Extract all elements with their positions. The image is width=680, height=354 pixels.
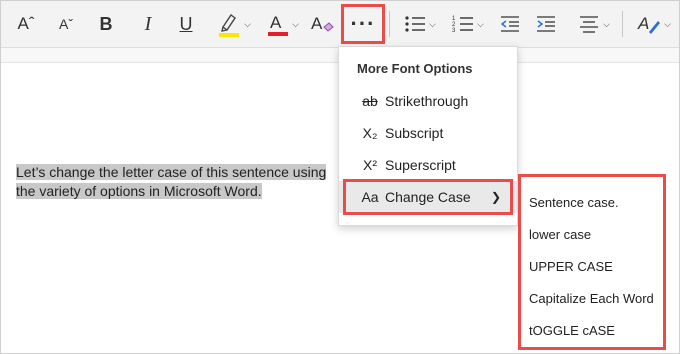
toolbar-divider <box>389 11 390 37</box>
clear-formatting-icon: A <box>311 14 334 33</box>
increase-indent-button[interactable] <box>533 9 559 39</box>
toggle-case-option[interactable]: tOGGLE cASE <box>529 323 615 338</box>
chevron-down-icon[interactable]: ⌵ <box>292 19 299 30</box>
numbered-list-icon: 1 2 3 <box>452 16 474 34</box>
align-center-icon <box>580 16 599 33</box>
increase-indent-icon <box>537 16 555 32</box>
toolbar-divider <box>622 11 623 37</box>
svg-text:A: A <box>270 13 282 32</box>
highlight-color-button[interactable]: ⌵ <box>213 9 255 39</box>
selected-text-line-1[interactable]: Let’s change the letter case of this sen… <box>16 164 327 180</box>
subscript-icon: X₂ <box>362 125 378 141</box>
strikethrough-icon: ab <box>362 93 378 109</box>
bold-icon: B <box>99 14 113 34</box>
italic-button[interactable]: I <box>135 9 161 39</box>
change-case-submenu: Sentence case. lower case UPPER CASE Cap… <box>518 174 666 350</box>
underline-icon: U <box>179 14 193 34</box>
capitalize-each-word-option[interactable]: Capitalize Each Word <box>529 291 654 306</box>
bullets-button[interactable]: ⌵ <box>401 9 439 39</box>
chevron-down-icon[interactable]: ⌵ <box>603 19 610 30</box>
selected-text-line-2[interactable]: the variety of options in Microsoft Word… <box>16 183 262 199</box>
strikethrough-menu-item[interactable]: ab Strikethrough <box>339 85 517 117</box>
superscript-icon: X² <box>363 157 377 173</box>
svg-text:3: 3 <box>452 28 456 34</box>
styles-button[interactable]: A ⌵ <box>631 9 677 39</box>
align-button[interactable]: ⌵ <box>575 9 613 39</box>
grow-font-button[interactable]: Aˆ <box>13 9 39 39</box>
menu-item-label: Subscript <box>385 125 444 141</box>
shrink-font-icon: Aˇ <box>59 16 73 32</box>
menu-item-label: Strikethrough <box>385 93 469 109</box>
grow-font-icon: Aˆ <box>17 14 35 33</box>
document-body[interactable]: Let’s change the letter case of this sen… <box>16 163 327 201</box>
word-window: Aˆ Aˇ B I U ⌵ A ⌵ A ··· ⌵ 1 2 3 ⌵ ⌵ A ⌵ … <box>0 0 680 354</box>
bold-button[interactable]: B <box>93 9 119 39</box>
chevron-down-icon[interactable]: ⌵ <box>477 19 484 30</box>
shrink-font-button[interactable]: Aˇ <box>53 9 79 39</box>
decrease-indent-button[interactable] <box>497 9 523 39</box>
numbering-button[interactable]: 1 2 3 ⌵ <box>449 9 487 39</box>
sentence-case-option[interactable]: Sentence case. <box>529 195 619 210</box>
chevron-down-icon[interactable]: ⌵ <box>429 19 436 30</box>
underline-button[interactable]: U <box>173 9 199 39</box>
subscript-menu-item[interactable]: X₂ Subscript <box>339 117 517 149</box>
uppercase-option[interactable]: UPPER CASE <box>529 259 613 274</box>
italic-icon: I <box>144 13 152 35</box>
change-case-highlight <box>343 179 513 215</box>
bullet-list-icon <box>405 16 426 32</box>
font-toolbar: Aˆ Aˇ B I U ⌵ A ⌵ A ··· ⌵ 1 2 3 ⌵ ⌵ A ⌵ <box>1 1 679 48</box>
font-color-icon: A <box>268 13 289 36</box>
lowercase-option[interactable]: lower case <box>529 227 591 242</box>
more-font-options-menu: More Font Options ab Strikethrough X₂ Su… <box>338 46 518 226</box>
chevron-down-icon[interactable]: ⌵ <box>244 19 251 30</box>
chevron-down-icon[interactable]: ⌵ <box>664 19 671 30</box>
styles-icon: A <box>637 14 661 34</box>
svg-text:A: A <box>311 14 323 33</box>
decrease-indent-icon <box>500 16 519 32</box>
svg-text:A: A <box>637 14 649 33</box>
font-color-button[interactable]: A ⌵ <box>263 9 303 39</box>
more-options-highlight <box>341 4 385 44</box>
highlighter-icon <box>219 13 240 37</box>
menu-title: More Font Options <box>357 61 473 76</box>
superscript-menu-item[interactable]: X² Superscript <box>339 149 517 181</box>
clear-formatting-button[interactable]: A <box>309 9 335 39</box>
menu-item-label: Superscript <box>385 157 456 173</box>
